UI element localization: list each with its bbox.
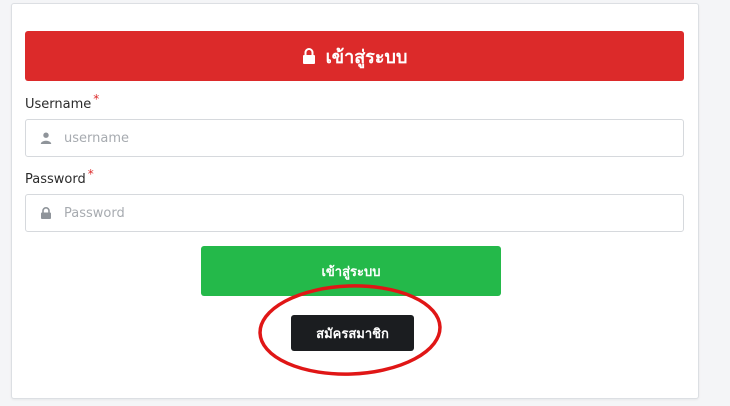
login-header: เข้าสู่ระบบ xyxy=(25,31,684,81)
login-button-label: เข้าสู่ระบบ xyxy=(321,264,381,280)
username-label-text: Username xyxy=(25,97,92,112)
lock-icon xyxy=(302,48,315,64)
user-icon xyxy=(40,132,52,144)
password-label: Password * xyxy=(25,167,94,187)
login-header-title: เข้าสู่ระบบ xyxy=(325,46,408,68)
username-field[interactable] xyxy=(25,119,684,157)
required-marker: * xyxy=(93,92,100,106)
register-button-label: สมัครสมาชิก xyxy=(316,326,389,342)
password-label-text: Password xyxy=(25,172,86,187)
username-input[interactable] xyxy=(64,120,683,156)
required-marker: * xyxy=(87,167,94,181)
password-field[interactable] xyxy=(25,194,684,232)
username-label: Username * xyxy=(25,92,99,112)
lock-icon xyxy=(41,207,51,219)
password-input[interactable] xyxy=(64,195,683,231)
register-button[interactable]: สมัครสมาชิก xyxy=(291,315,414,351)
login-button[interactable]: เข้าสู่ระบบ xyxy=(201,246,501,296)
